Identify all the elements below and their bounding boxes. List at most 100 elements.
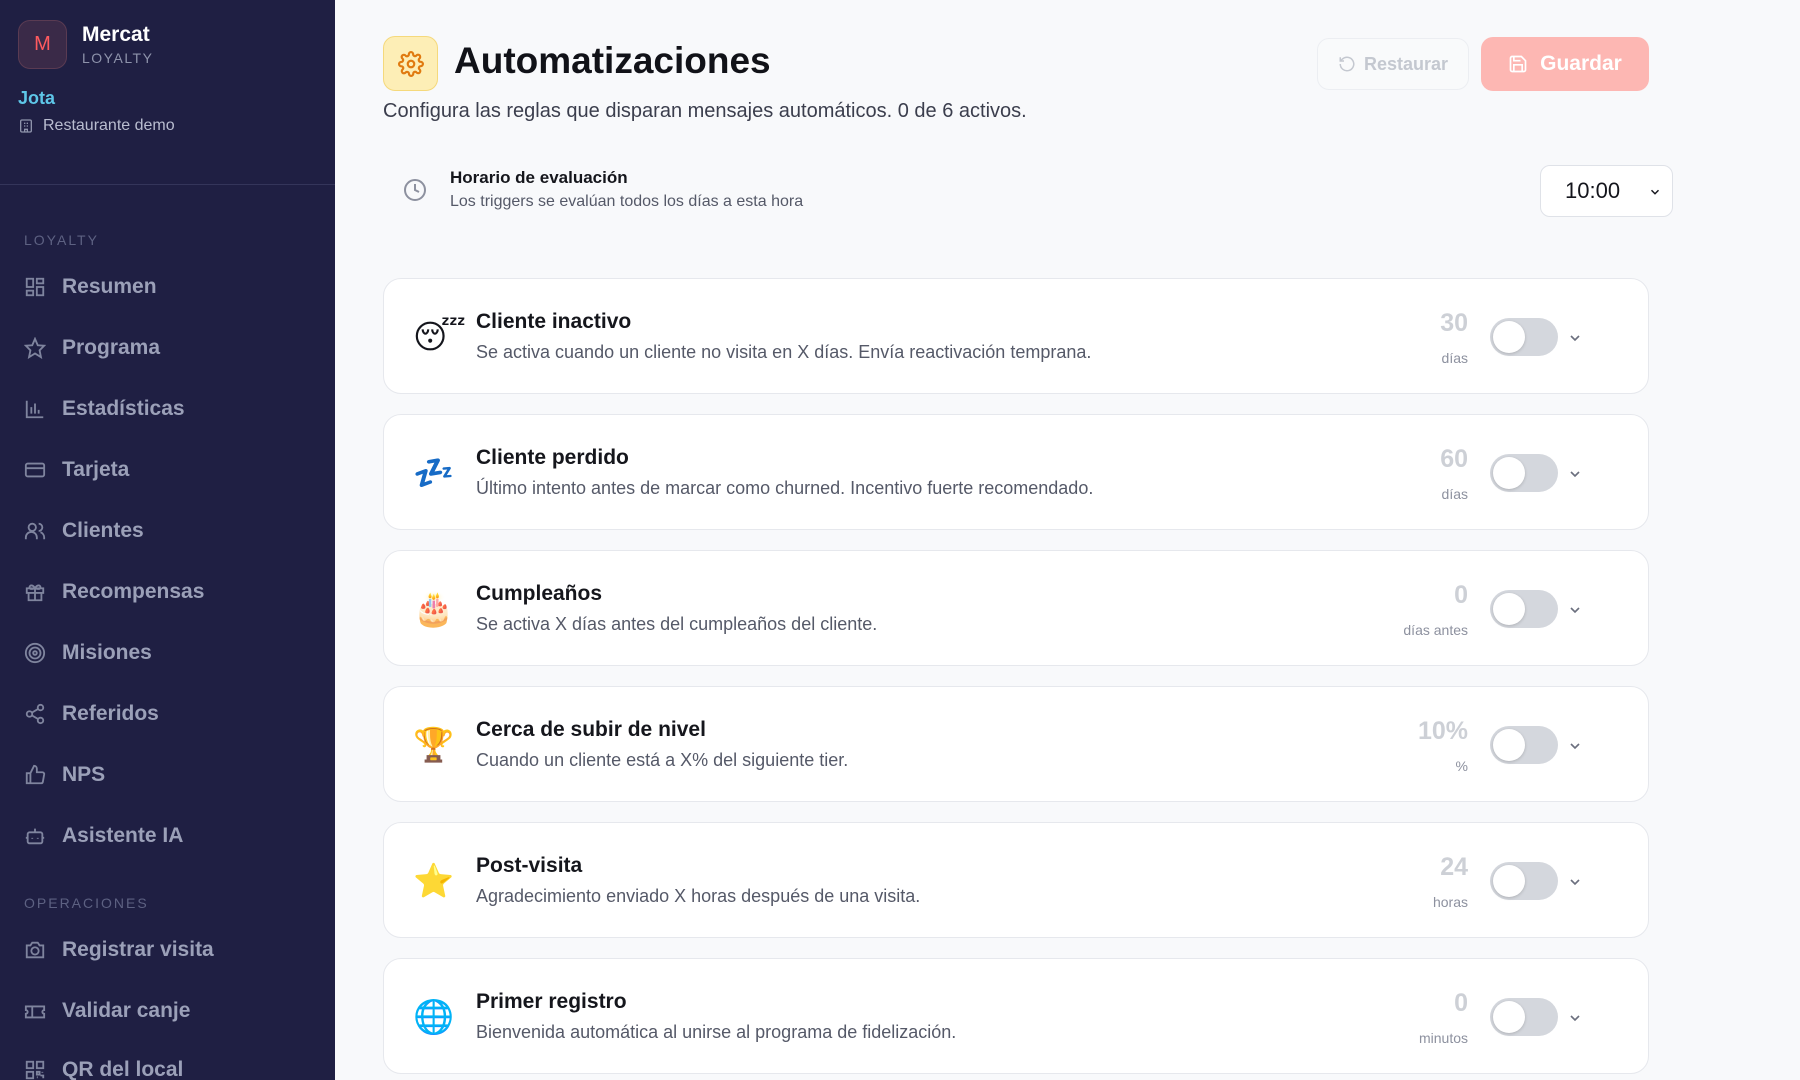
- card-icon: [24, 462, 46, 478]
- sidebar-item-label: Referidos: [62, 702, 159, 725]
- star-emoji-icon: ⭐: [413, 861, 455, 900]
- sidebar-item-label: Tarjeta: [62, 458, 130, 481]
- trigger-card-primer-registro: 🌐 Primer registro Bienvenida automática …: [383, 958, 1649, 1074]
- expand-chevron-icon[interactable]: [1560, 731, 1590, 761]
- sidebar-item-nps[interactable]: NPS: [24, 755, 105, 795]
- save-icon: [1509, 55, 1527, 73]
- toggle-knob: [1493, 729, 1525, 761]
- trigger-card-cerca-de-subir-de-nivel: 🏆 Cerca de subir de nivel Cuando un clie…: [383, 686, 1649, 802]
- restaurant-location[interactable]: Restaurante demo: [18, 117, 335, 135]
- section-label-operaciones: OPERACIONES: [24, 895, 149, 911]
- sleeping-face-icon: 😴: [413, 317, 466, 356]
- expand-chevron-icon[interactable]: [1560, 323, 1590, 353]
- trigger-description: Bienvenida automática al unirse al progr…: [476, 1022, 957, 1042]
- main-content: Automatizaciones Configura las reglas qu…: [335, 0, 1800, 1080]
- page-title: Automatizaciones: [454, 40, 771, 81]
- share-icon: [25, 703, 45, 725]
- sidebar-item-programa[interactable]: Programa: [24, 328, 160, 368]
- trigger-toggle[interactable]: [1490, 454, 1558, 492]
- sidebar-item-registrar-visita[interactable]: Registrar visita: [24, 930, 214, 970]
- trigger-toggle[interactable]: [1490, 998, 1558, 1036]
- building-icon: [20, 119, 32, 133]
- trigger-toggle[interactable]: [1490, 318, 1558, 356]
- toggle-knob: [1493, 457, 1525, 489]
- trigger-value: 0: [1454, 581, 1468, 609]
- page-subtitle: Configura las reglas que disparan mensaj…: [383, 100, 1027, 122]
- brand-avatar: M: [18, 19, 67, 69]
- trigger-description: Cuando un cliente está a X% del siguient…: [476, 750, 849, 770]
- trigger-unit: horas: [1432, 894, 1468, 910]
- sidebar: M Mercat LOYALTY Jota Restaurante demo L…: [0, 0, 335, 1080]
- sidebar-item-clientes[interactable]: Clientes: [24, 511, 144, 551]
- sidebar-item-qr-del-local[interactable]: QR del local: [24, 1050, 183, 1080]
- brand-subtitle: LOYALTY: [82, 49, 154, 66]
- ticket-icon: [24, 1005, 46, 1019]
- sidebar-item-label: Recompensas: [62, 580, 205, 603]
- trigger-card-cumpleanos: 🎂 Cumpleaños Se activa X días antes del …: [383, 550, 1649, 666]
- trigger-title: Post-visita: [476, 854, 583, 877]
- evaluation-time-select[interactable]: 10:00: [1540, 165, 1673, 217]
- expand-chevron-icon[interactable]: [1560, 459, 1590, 489]
- sidebar-item-estadisticas[interactable]: Estadísticas: [24, 389, 185, 429]
- trigger-description: Se activa X días antes del cumpleaños de…: [476, 614, 878, 634]
- trigger-value: 60: [1440, 445, 1468, 473]
- restore-button[interactable]: Restaurar: [1317, 38, 1469, 90]
- toggle-knob: [1493, 321, 1525, 353]
- sidebar-item-label: Clientes: [62, 519, 144, 542]
- trigger-title: Cumpleaños: [476, 582, 603, 605]
- expand-chevron-icon[interactable]: [1560, 595, 1590, 625]
- sidebar-item-label: Misiones: [62, 641, 152, 664]
- trigger-title: Cerca de subir de nivel: [476, 718, 706, 741]
- trigger-toggle[interactable]: [1490, 590, 1558, 628]
- expand-chevron-icon[interactable]: [1560, 867, 1590, 897]
- evaluation-time-value: 10:00: [1565, 178, 1621, 203]
- brand-name: Mercat: [82, 22, 150, 46]
- sidebar-item-label: Estadísticas: [62, 397, 185, 420]
- trigger-value: 30: [1440, 309, 1468, 337]
- trigger-unit: días: [1441, 350, 1468, 366]
- sidebar-item-referidos[interactable]: Referidos: [24, 694, 159, 734]
- restore-label: Restaurar: [1363, 53, 1449, 74]
- sidebar-item-label: NPS: [62, 763, 106, 786]
- expand-chevron-icon[interactable]: [1560, 1003, 1590, 1033]
- evaluation-schedule: Horario de evaluación Los triggers se ev…: [383, 160, 1673, 224]
- section-label-loyalty: LOYALTY: [24, 232, 99, 248]
- camera-icon: [25, 941, 45, 959]
- trigger-title: Cliente perdido: [476, 446, 629, 469]
- sidebar-item-validar-canje[interactable]: Validar canje: [24, 991, 190, 1031]
- users-icon: [24, 522, 46, 540]
- sidebar-item-misiones[interactable]: Misiones: [24, 633, 152, 673]
- settings-gear-icon: [383, 36, 438, 91]
- gift-icon: [25, 584, 45, 602]
- trigger-title: Primer registro: [476, 990, 627, 1013]
- trigger-value: 10%: [1417, 717, 1468, 745]
- trigger-toggle[interactable]: [1490, 726, 1558, 764]
- bot-icon: [25, 828, 45, 845]
- sidebar-item-asistente-ia[interactable]: Asistente IA: [24, 816, 183, 856]
- trigger-unit: minutos: [1418, 1030, 1468, 1046]
- trigger-toggle[interactable]: [1490, 862, 1558, 900]
- trigger-card-post-visita: ⭐ Post-visita Agradecimiento enviado X h…: [383, 822, 1649, 938]
- trigger-description: Último intento antes de marcar como chur…: [476, 478, 1094, 498]
- sidebar-item-resumen[interactable]: Resumen: [24, 267, 157, 307]
- grid-icon: [25, 277, 45, 297]
- qr-icon: [25, 1060, 45, 1080]
- rotate-ccw-icon: [1339, 56, 1355, 72]
- sidebar-item-label: Programa: [62, 336, 161, 359]
- globe-icon: 🌐: [413, 997, 455, 1036]
- clock-icon: [404, 179, 426, 201]
- trophy-icon: 🏆: [413, 725, 455, 764]
- target-icon: [24, 642, 46, 664]
- restaurant-name: Restaurante demo: [43, 117, 175, 134]
- trigger-title: Cliente inactivo: [476, 310, 632, 333]
- star-icon: [24, 337, 46, 359]
- birthday-cake-icon: 🎂: [413, 589, 455, 628]
- brand[interactable]: M Mercat LOYALTY: [0, 0, 335, 70]
- trigger-unit: %: [1455, 758, 1468, 774]
- save-button[interactable]: Guardar: [1481, 37, 1649, 91]
- sidebar-item-recompensas[interactable]: Recompensas: [24, 572, 204, 612]
- trigger-value: 0: [1454, 989, 1468, 1017]
- thumbs-up-icon: [25, 764, 46, 785]
- user-name[interactable]: Jota: [18, 88, 335, 109]
- sidebar-item-tarjeta[interactable]: Tarjeta: [24, 450, 129, 490]
